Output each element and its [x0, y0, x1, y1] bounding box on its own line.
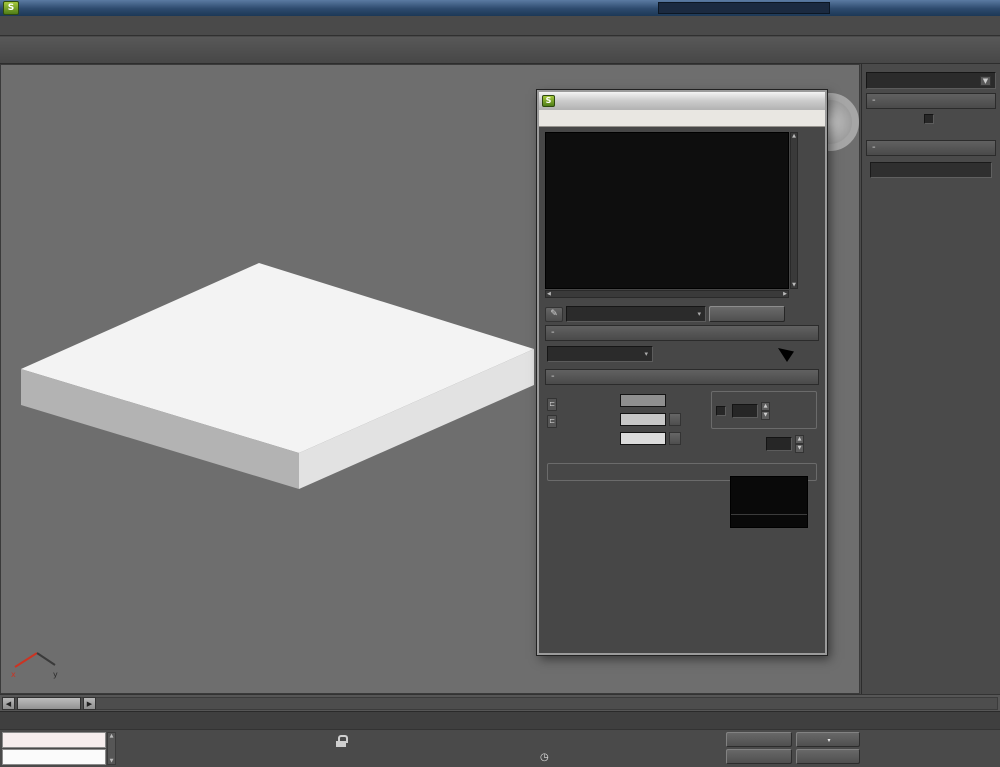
specular-highlights-group	[547, 463, 817, 481]
chevron-down-icon: ▾	[697, 310, 701, 318]
self-illumination-group: ▲▼	[711, 391, 817, 429]
axis-tripod-icon: x y	[9, 637, 61, 679]
highlight-curve-preview	[730, 476, 808, 528]
maxscript-macro-line[interactable]	[2, 732, 106, 748]
material-editor-title-bar[interactable]: S	[539, 92, 825, 110]
blinn-parameters: ⊏ ⊏	[545, 385, 819, 485]
auto-key-button[interactable]	[726, 732, 792, 747]
listener-scrollbar[interactable]: ▲▼	[107, 732, 116, 765]
key-mode-dropdown[interactable]: ▾	[796, 732, 860, 747]
maxscript-listener-line[interactable]	[2, 749, 106, 765]
pick-material-eyedropper-icon[interactable]: ✎	[545, 307, 563, 322]
diffuse-map-button[interactable]	[669, 413, 681, 426]
diffuse-specular-lock-icon[interactable]: ⊏	[547, 415, 557, 428]
spinner-arrows[interactable]: ▲▼	[761, 402, 770, 420]
material-editor-menu-bar	[539, 110, 825, 127]
app-logo-icon[interactable]: S	[3, 1, 19, 15]
primitive-category-dropdown[interactable]: ▼	[866, 72, 996, 89]
ambient-color-swatch[interactable]	[620, 394, 666, 407]
rollout-header[interactable]: -	[545, 325, 819, 341]
material-editor-window: S ▲▼ ◀▶ ✎ ▾ -	[537, 90, 827, 655]
time-slider: ◀ ▶	[0, 694, 1000, 711]
previous-frame-arrow-icon[interactable]: ◀	[2, 697, 15, 710]
collapse-icon: -	[872, 94, 876, 108]
specular-color-swatch[interactable]	[620, 432, 666, 445]
material-name-dropdown[interactable]: ▾	[566, 306, 706, 322]
object-name-field-wrap	[870, 162, 992, 178]
object-type-rollout-header[interactable]: -	[866, 93, 996, 109]
chevron-down-icon: ▾	[825, 737, 830, 744]
rollout-header[interactable]: -	[545, 369, 819, 385]
chevron-down-icon: ▼	[980, 76, 991, 86]
shader-parameters: ▾	[545, 341, 819, 366]
collapse-icon: -	[551, 326, 555, 340]
sample-vertical-scrollbar[interactable]: ▲▼	[790, 132, 798, 289]
max-logo-icon: S	[542, 95, 555, 107]
time-slider-handle[interactable]	[17, 697, 81, 710]
specular-map-button[interactable]	[669, 432, 681, 445]
collapse-icon: -	[872, 141, 876, 155]
material-sample-palette	[545, 132, 789, 289]
spinner-arrows[interactable]: ▲▼	[795, 435, 804, 453]
autogrid-checkbox[interactable]	[924, 114, 934, 124]
selection-lock-icon[interactable]	[336, 735, 346, 747]
material-type-button[interactable]	[709, 306, 785, 322]
chevron-down-icon: ▾	[644, 350, 648, 358]
menu-bar	[0, 16, 1000, 36]
svg-text:y: y	[53, 670, 58, 679]
self-illumination-field[interactable]	[732, 404, 758, 418]
diffuse-color-swatch[interactable]	[620, 413, 666, 426]
status-bar: ▲▼ ◷ ▾	[0, 729, 1000, 767]
primitive-buttons	[866, 129, 996, 137]
shader-type-dropdown[interactable]: ▾	[547, 346, 653, 362]
material-editor-body: ▲▼ ◀▶ ✎ ▾ - ▾	[539, 127, 825, 490]
name-color-rollout-header[interactable]: -	[866, 140, 996, 156]
time-slider-groove[interactable]	[2, 697, 998, 710]
command-panel: ▼ - -	[861, 64, 1000, 694]
title-bar: S	[0, 0, 1000, 16]
svg-text:x: x	[11, 670, 16, 679]
clock-icon: ◷	[540, 752, 549, 763]
collapse-icon: -	[551, 370, 555, 384]
set-key-button[interactable]	[726, 749, 792, 764]
search-input[interactable]	[658, 2, 830, 14]
track-bar[interactable]	[0, 711, 1000, 729]
sample-horizontal-scrollbar[interactable]: ◀▶	[545, 290, 789, 298]
key-filters-button[interactable]	[796, 749, 860, 764]
3ds-max-application-window: S x y S	[0, 0, 1000, 767]
ambient-diffuse-lock-icon[interactable]: ⊏	[547, 398, 557, 411]
color-checkbox[interactable]	[716, 406, 726, 416]
main-toolbar	[0, 37, 1000, 64]
object-name-input[interactable]	[871, 163, 1000, 177]
next-frame-arrow-icon[interactable]: ▶	[83, 697, 96, 710]
opacity-field[interactable]	[766, 437, 792, 451]
